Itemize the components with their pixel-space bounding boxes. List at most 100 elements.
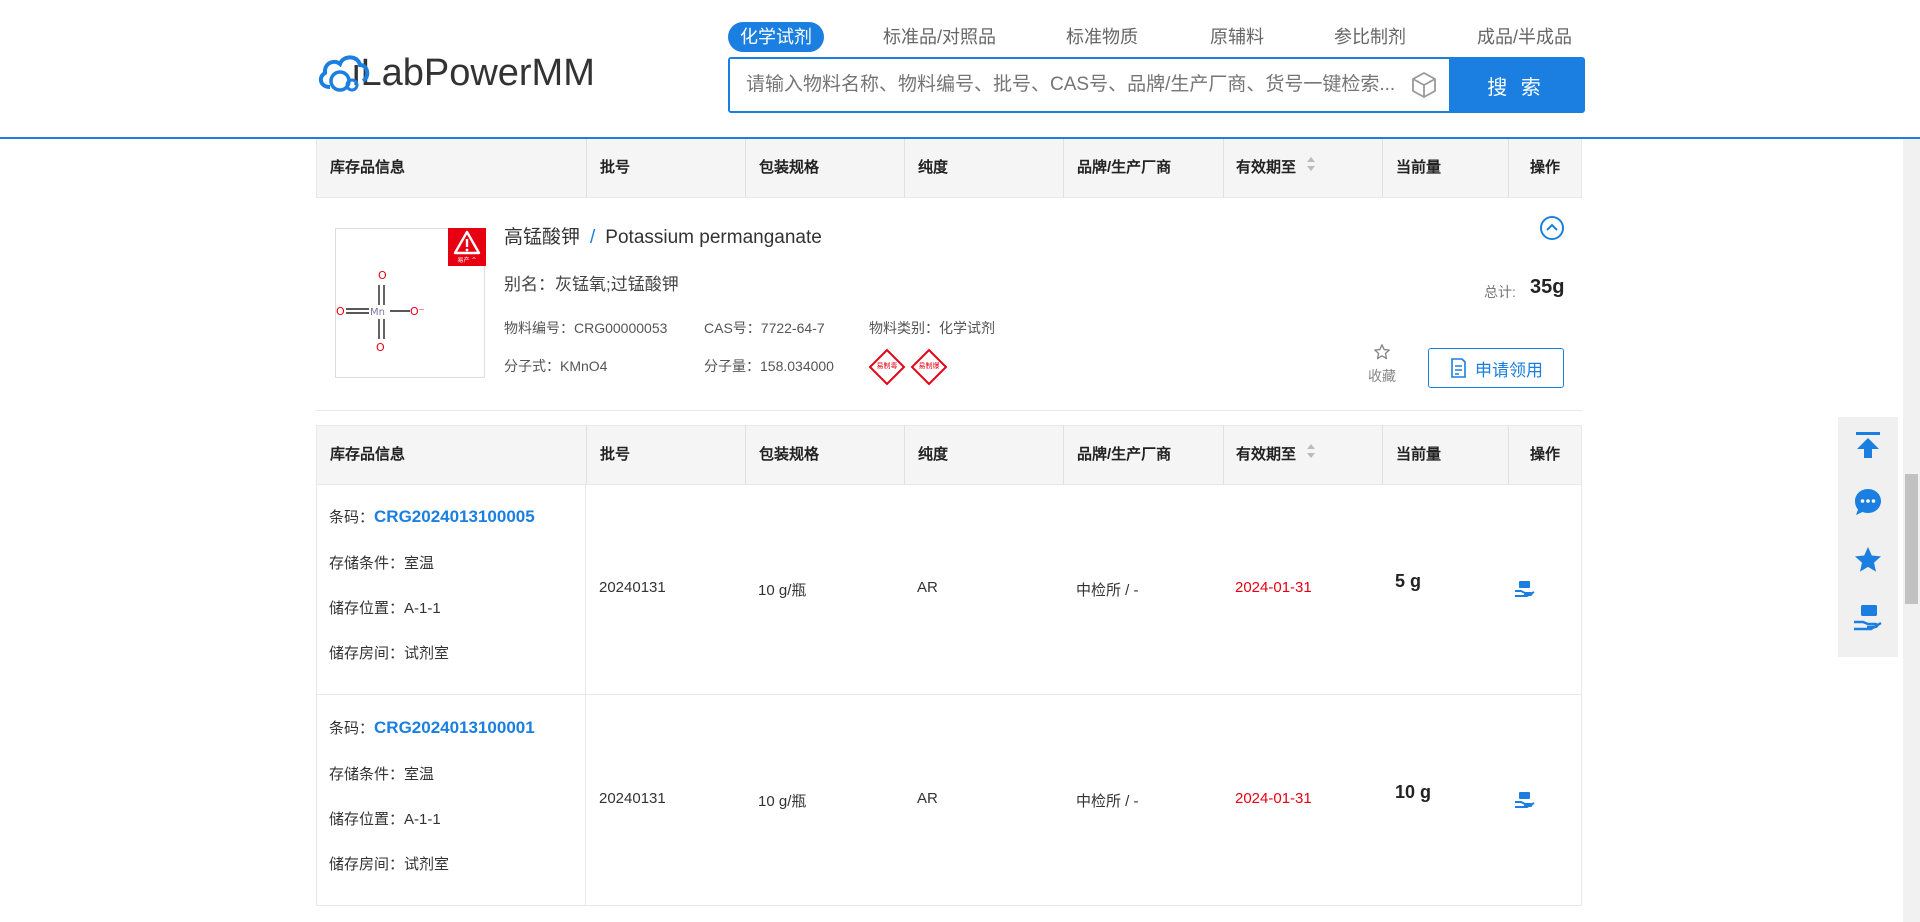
- product-name-en: Potassium permanganate: [605, 227, 822, 248]
- column-divider: [745, 426, 746, 484]
- current-quantity: 5 g: [1395, 571, 1422, 591]
- table-header-sticky: 库存品信息 批号 包装规格 纯度 品牌/生产厂商 有效期至 当前量 操作: [316, 138, 1582, 198]
- ghs-label: 易制毒: [876, 363, 898, 370]
- atom-label: O: [378, 269, 387, 282]
- search-input[interactable]: [730, 59, 1399, 111]
- table-row: 条码：CRG2024013100001 存储条件：室温 储存位置：A-1-1 储…: [316, 695, 1582, 906]
- th-batch: 批号: [600, 446, 631, 463]
- apply-hand-icon[interactable]: [1513, 789, 1537, 814]
- logo[interactable]: iLabPowerMM: [316, 48, 595, 98]
- product-alias: 别名：灰锰氧;过锰酸钾: [504, 275, 679, 294]
- tab-finished-product[interactable]: 成品/半成品: [1477, 22, 1572, 52]
- chat-icon[interactable]: [1852, 486, 1884, 518]
- total-label: 总计:: [1484, 284, 1516, 300]
- barcode-line: 条码：CRG2024013100005: [329, 506, 535, 527]
- current-quantity: 10 g: [1395, 782, 1432, 802]
- tab-standard-material[interactable]: 标准物质: [1066, 22, 1138, 52]
- favorite-label: 收藏: [1368, 368, 1396, 384]
- material-code: 物料编号：CRG00000053: [504, 320, 668, 336]
- expiry-date: 2024-01-31: [1235, 790, 1312, 807]
- barcode-link[interactable]: CRG2024013100005: [374, 507, 535, 526]
- hazard-label: 易产 ^: [458, 256, 477, 264]
- expiry-date: 2024-01-31: [1235, 579, 1312, 596]
- brand: 中检所 / -: [1076, 793, 1139, 810]
- cube-icon[interactable]: [1399, 59, 1449, 111]
- column-divider: [1063, 139, 1064, 197]
- star-icon: [1374, 344, 1390, 360]
- floating-toolbar: [1838, 417, 1898, 657]
- column-divider: [1382, 426, 1383, 484]
- apply-hand-icon[interactable]: [1852, 601, 1884, 633]
- star-icon[interactable]: [1852, 544, 1884, 576]
- batch-number: 20240131: [599, 790, 666, 807]
- molecular-formula: 分子式：KMnO4: [504, 358, 608, 374]
- barcode-line: 条码：CRG2024013100001: [329, 717, 535, 738]
- storage-condition: 存储条件：室温: [329, 555, 435, 572]
- total-value: 35g: [1530, 276, 1565, 298]
- product-name: 高锰酸钾 / Potassium permanganate: [504, 222, 822, 249]
- barcode-label: 条码：: [329, 509, 375, 526]
- column-divider: [1508, 426, 1509, 484]
- storage-room: 储存房间：试剂室: [329, 856, 450, 873]
- th-action: 操作: [1530, 159, 1561, 176]
- storage-room: 储存房间：试剂室: [329, 645, 450, 662]
- column-divider: [1382, 139, 1383, 197]
- cas-number: CAS号：7722-64-7: [704, 320, 825, 336]
- column-divider: [586, 426, 587, 484]
- molecular-weight: 分子量：158.034000: [704, 358, 834, 374]
- th-brand: 品牌/生产厂商: [1077, 159, 1172, 176]
- molecule-image[interactable]: O Mn O O⁻ O 易产 ^: [335, 228, 486, 378]
- barcode-link[interactable]: CRG2024013100001: [374, 718, 535, 737]
- logo-text: iLabPowerMM: [352, 51, 595, 94]
- category-tabs: 化学试剂 标准品/对照品 标准物质 原辅料 参比制剂 成品/半成品: [728, 22, 1573, 52]
- product-card: O Mn O O⁻ O 易产 ^ 高锰酸钾 / Potassium perman…: [316, 197, 1582, 411]
- th-expiry-label: 有效期至: [1236, 159, 1297, 176]
- ghs-precursor-badge: 易制毒: [868, 348, 906, 386]
- column-divider: [904, 426, 905, 484]
- back-to-top-icon[interactable]: [1852, 429, 1884, 461]
- favorite-button[interactable]: 收藏: [1360, 343, 1404, 386]
- header: iLabPowerMM 化学试剂 标准品/对照品 标准物质 原辅料 参比制剂 成…: [0, 0, 1920, 139]
- storage-location: 储存位置：A-1-1: [329, 811, 441, 828]
- barcode-label: 条码：: [329, 720, 375, 737]
- search-button[interactable]: 搜 索: [1449, 59, 1583, 111]
- sort-icon[interactable]: [1306, 139, 1316, 197]
- th-inventory-info: 库存品信息: [330, 159, 406, 176]
- storage-location: 储存位置：A-1-1: [329, 600, 441, 617]
- th-expiry[interactable]: 有效期至: [1236, 139, 1316, 197]
- column-divider: [1223, 139, 1224, 197]
- tab-reference-preparation[interactable]: 参比制剂: [1334, 22, 1406, 52]
- th-package: 包装规格: [759, 446, 820, 463]
- th-package: 包装规格: [759, 159, 820, 176]
- column-divider: [1063, 426, 1064, 484]
- column-divider: [585, 695, 586, 905]
- th-brand: 品牌/生产厂商: [1077, 446, 1172, 463]
- column-divider: [586, 139, 587, 197]
- tab-reference-standard[interactable]: 标准品/对照品: [883, 22, 996, 52]
- ghs-label: 易制爆: [918, 363, 940, 370]
- product-name-cn: 高锰酸钾: [504, 227, 581, 248]
- atom-label: O: [376, 341, 385, 354]
- brand: 中检所 / -: [1076, 582, 1139, 599]
- purity: AR: [917, 790, 938, 807]
- column-divider: [904, 139, 905, 197]
- package-spec: 10 g/瓶: [758, 793, 807, 810]
- document-icon: [1451, 358, 1466, 378]
- atom-label: O⁻: [410, 305, 425, 318]
- collapse-icon[interactable]: [1540, 216, 1564, 240]
- tab-excipient[interactable]: 原辅料: [1210, 22, 1264, 52]
- atom-label: O: [336, 305, 345, 318]
- ghs-explosive-badge: 易制爆: [910, 348, 948, 386]
- th-purity: 纯度: [918, 159, 949, 176]
- storage-condition: 存储条件：室温: [329, 766, 435, 783]
- tab-chemical-reagent[interactable]: 化学试剂: [728, 22, 824, 52]
- th-expiry[interactable]: 有效期至: [1236, 426, 1316, 484]
- atom-label: Mn: [370, 307, 385, 318]
- apply-hand-icon[interactable]: [1513, 578, 1537, 603]
- scrollbar-thumb[interactable]: [1905, 474, 1918, 604]
- th-action: 操作: [1530, 446, 1561, 463]
- apply-button[interactable]: 申请领用: [1428, 348, 1564, 388]
- column-divider: [585, 484, 586, 694]
- name-separator: /: [590, 227, 596, 248]
- sort-icon[interactable]: [1306, 426, 1316, 484]
